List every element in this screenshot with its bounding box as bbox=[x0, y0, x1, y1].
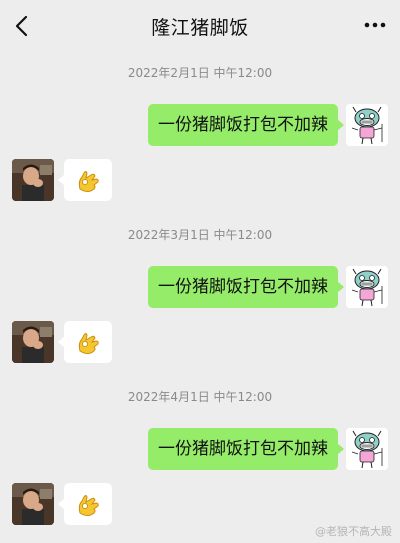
contact-avatar[interactable] bbox=[12, 321, 54, 363]
more-dots-icon[interactable] bbox=[364, 22, 386, 28]
person-avatar-image bbox=[12, 483, 54, 525]
watermark: @老狼不高大殿 bbox=[315, 525, 392, 538]
timestamp: 2022年2月1日 中午12:00 bbox=[127, 66, 273, 80]
my-avatar[interactable] bbox=[346, 104, 388, 146]
cartoon-avatar-image bbox=[346, 104, 388, 146]
person-avatar-image bbox=[12, 159, 54, 201]
sent-message-bubble[interactable]: 一份猪脚饭打包不加辣 bbox=[148, 428, 344, 470]
received-emoji-bubble[interactable] bbox=[58, 483, 112, 525]
chat-header: 隆江猪脚饭 bbox=[0, 0, 400, 52]
ok-hand-icon bbox=[74, 491, 102, 519]
ok-hand-icon bbox=[74, 329, 102, 357]
received-emoji-bubble[interactable] bbox=[58, 321, 112, 363]
sent-message-bubble[interactable]: 一份猪脚饭打包不加辣 bbox=[148, 266, 344, 308]
my-avatar[interactable] bbox=[346, 428, 388, 470]
my-avatar[interactable] bbox=[346, 266, 388, 308]
timestamp: 2022年3月1日 中午12:00 bbox=[127, 228, 273, 242]
contact-avatar[interactable] bbox=[12, 159, 54, 201]
person-avatar-image bbox=[12, 321, 54, 363]
chat-title: 隆江猪脚饭 bbox=[151, 17, 249, 39]
cartoon-avatar-image bbox=[346, 428, 388, 470]
sent-message-bubble[interactable]: 一份猪脚饭打包不加辣 bbox=[148, 104, 344, 146]
timestamp: 2022年4月1日 中午12:00 bbox=[127, 390, 273, 404]
contact-avatar[interactable] bbox=[12, 483, 54, 525]
cartoon-avatar-image bbox=[346, 266, 388, 308]
received-emoji-bubble[interactable] bbox=[58, 159, 112, 201]
ok-hand-icon bbox=[74, 167, 102, 195]
